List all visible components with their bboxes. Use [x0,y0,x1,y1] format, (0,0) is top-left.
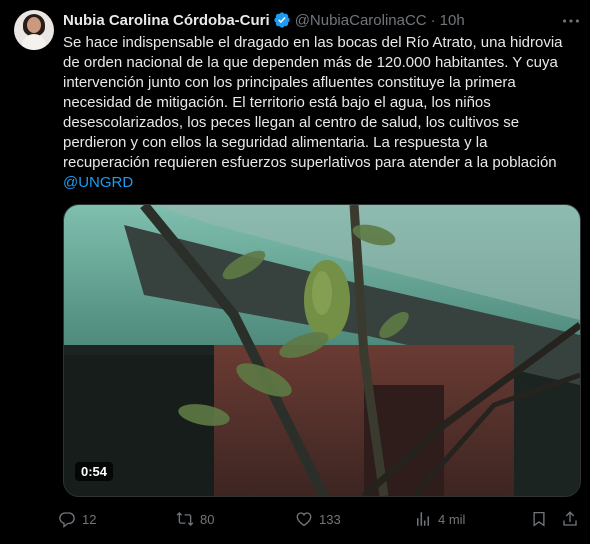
like-count: 133 [319,511,341,527]
share-icon [563,511,577,526]
reply-icon [59,512,75,528]
views-icon [417,512,429,526]
repost-icon [176,511,194,527]
author-handle[interactable]: @NubiaCarolinaCC [295,12,427,29]
avatar[interactable] [14,10,54,50]
reply-count: 12 [82,511,97,527]
bookmark-icon [533,511,545,527]
video-player[interactable]: 0:54 [63,204,581,497]
video-duration: 0:54 [75,462,114,481]
more-icon[interactable] [560,10,582,32]
like-button[interactable]: 133 [295,505,341,533]
repost-count: 80 [200,511,215,527]
tweet-card[interactable]: Nubia Carolina Córdoba-Curi @NubiaCaroli… [0,0,590,544]
author-name[interactable]: Nubia Carolina Córdoba-Curi [63,12,270,29]
views-button[interactable]: 4 mil [414,505,465,533]
mention-link[interactable]: @UNGRD [63,173,578,193]
verified-badge-icon [273,11,291,29]
video-thumbnail [64,205,580,496]
tweet-header: Nubia Carolina Córdoba-Curi @NubiaCaroli… [63,10,465,30]
like-icon [296,512,312,527]
views-count: 4 mil [438,511,466,527]
separator-dot: · [430,11,436,29]
tweet-body: Se hace indispensable el dragado en las … [63,34,563,171]
action-bar: 12 80 133 4 mil [58,505,583,533]
tweet-text: Se hace indispensable el dragado en las … [63,33,578,193]
timestamp[interactable]: 10h [440,12,465,29]
bookmark-button[interactable] [530,505,554,533]
reply-button[interactable]: 12 [58,505,96,533]
repost-button[interactable]: 80 [176,505,214,533]
share-button[interactable] [561,505,585,533]
